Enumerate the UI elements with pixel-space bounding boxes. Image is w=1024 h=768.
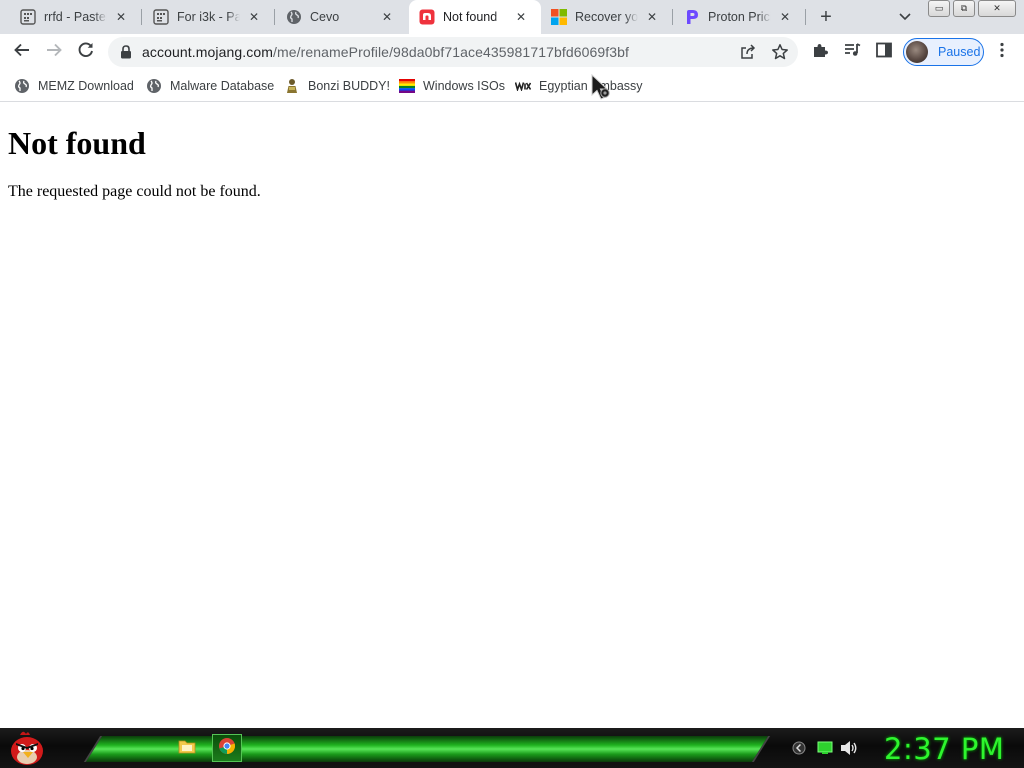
close-icon[interactable]: ✕ [777, 9, 793, 25]
tab-title: Proton Pricing [708, 10, 771, 24]
profile-button[interactable]: Paused [903, 38, 984, 66]
globe-icon [286, 9, 302, 25]
bookmark-label: MEMZ Download [38, 79, 134, 93]
arrow-right-icon [45, 41, 63, 64]
pastebin-icon [153, 9, 169, 25]
url-host: account.mojang.com [142, 44, 273, 60]
tab-cevo[interactable]: Cevo ✕ [266, 0, 407, 34]
url-text[interactable]: account.mojang.com/me/renameProfile/98da… [142, 44, 629, 60]
bookmark-windows-isos[interactable]: Windows ISOs [399, 76, 505, 96]
tab-recover-account[interactable]: Recover your account ✕ [531, 0, 672, 34]
queue-music-icon [843, 41, 861, 64]
folder-icon [178, 738, 196, 759]
bookmark-label: Bonzi BUDDY! [308, 79, 390, 93]
tab-strip: rrfd - Pastebin ✕ For i3k - Pastebin ✕ C… [0, 0, 1024, 34]
tab-title: Recover your account [575, 10, 638, 24]
chrome-icon [218, 737, 236, 760]
bookmark-label: Malware Database [170, 79, 275, 93]
tab-for-i3k-pastebin[interactable]: For i3k - Pastebin ✕ [133, 0, 274, 34]
chevron-down-icon [899, 8, 911, 26]
puzzle-icon [811, 41, 829, 64]
close-icon[interactable]: ✕ [644, 9, 660, 25]
back-button[interactable] [10, 40, 34, 64]
taskbar: 2:37 PM [0, 728, 1024, 768]
pastebin-icon [20, 9, 36, 25]
tab-title: rrfd - Pastebin [44, 10, 107, 24]
tab-separator [805, 9, 806, 25]
bookmark-memz-download[interactable]: MEMZ Download [14, 76, 134, 96]
bonzi-icon [284, 78, 300, 94]
tab-not-found[interactable]: Not found ✕ [409, 0, 541, 34]
tab-title: For i3k - Pastebin [177, 10, 240, 24]
new-tab-button[interactable]: + [814, 5, 838, 29]
close-icon[interactable]: ✕ [113, 9, 129, 25]
network-icon[interactable] [816, 740, 834, 756]
bookmark-malware-database[interactable]: Malware Database [146, 76, 274, 96]
side-panel-icon [876, 42, 892, 63]
angry-bird-icon [6, 731, 48, 768]
kebab-menu-icon [1000, 42, 1004, 63]
tab-search-button[interactable] [895, 7, 915, 27]
url-path: /me/renameProfile/98da0bf71ace435981717b… [272, 44, 630, 60]
tab-rrfd-pastebin[interactable]: rrfd - Pastebin ✕ [0, 0, 141, 34]
wix-icon [515, 78, 531, 94]
tab-title: Not found [443, 10, 498, 24]
tab-title: Cevo [310, 10, 340, 24]
system-clock[interactable]: 2:37 PM [884, 732, 1004, 766]
rainbow-flag-icon [399, 78, 415, 94]
avatar [906, 41, 928, 63]
close-icon[interactable]: ✕ [379, 9, 395, 25]
keyboard-language-icon[interactable] [790, 740, 808, 756]
reload-button[interactable] [74, 40, 98, 64]
menu-button[interactable] [990, 40, 1014, 64]
bookmark-star-icon[interactable] [770, 42, 790, 62]
page-content: Not found The requested page could not b… [0, 103, 1024, 728]
minimize-button[interactable]: ▭ [928, 0, 950, 17]
start-button[interactable] [6, 729, 48, 767]
close-window-button[interactable]: ✕ [978, 0, 1016, 17]
bookmark-bonzi-buddy[interactable]: Bonzi BUDDY! [284, 76, 390, 96]
bookmark-label: Windows ISOs [423, 79, 505, 93]
volume-icon[interactable] [840, 740, 858, 756]
file-explorer-button[interactable] [172, 734, 202, 762]
mouse-cursor-icon [590, 73, 616, 104]
microsoft-icon [551, 9, 567, 25]
media-control-button[interactable] [840, 40, 864, 64]
proton-icon [684, 9, 700, 25]
reload-icon [77, 41, 95, 64]
globe-icon [146, 78, 162, 94]
address-bar[interactable]: account.mojang.com/me/renameProfile/98da… [108, 37, 798, 67]
close-icon[interactable]: ✕ [246, 9, 262, 25]
page-title: Not found [8, 125, 146, 161]
share-icon[interactable] [738, 42, 758, 62]
restore-button[interactable]: ⧉ [953, 0, 975, 17]
profile-status: Paused [938, 45, 981, 59]
globe-icon [14, 78, 30, 94]
close-icon[interactable]: ✕ [513, 9, 529, 25]
chrome-taskbar-button[interactable] [212, 734, 242, 762]
arrow-left-icon [13, 41, 31, 64]
tab-proton-pricing[interactable]: Proton Pricing ✕ [664, 0, 805, 34]
lock-icon[interactable] [118, 44, 134, 60]
extensions-button[interactable] [808, 40, 832, 64]
bookmarks-bar: MEMZ Download Malware Database Bonzi BUD… [0, 70, 1024, 102]
browser-toolbar: account.mojang.com/me/renameProfile/98da… [0, 34, 1024, 70]
forward-button[interactable] [42, 40, 66, 64]
bookmark-egyptian-embassy[interactable]: Egyptian Embassy [515, 76, 643, 96]
mojang-icon [419, 9, 435, 25]
error-message: The requested page could not be found. [8, 183, 261, 200]
side-panel-button[interactable] [872, 40, 896, 64]
